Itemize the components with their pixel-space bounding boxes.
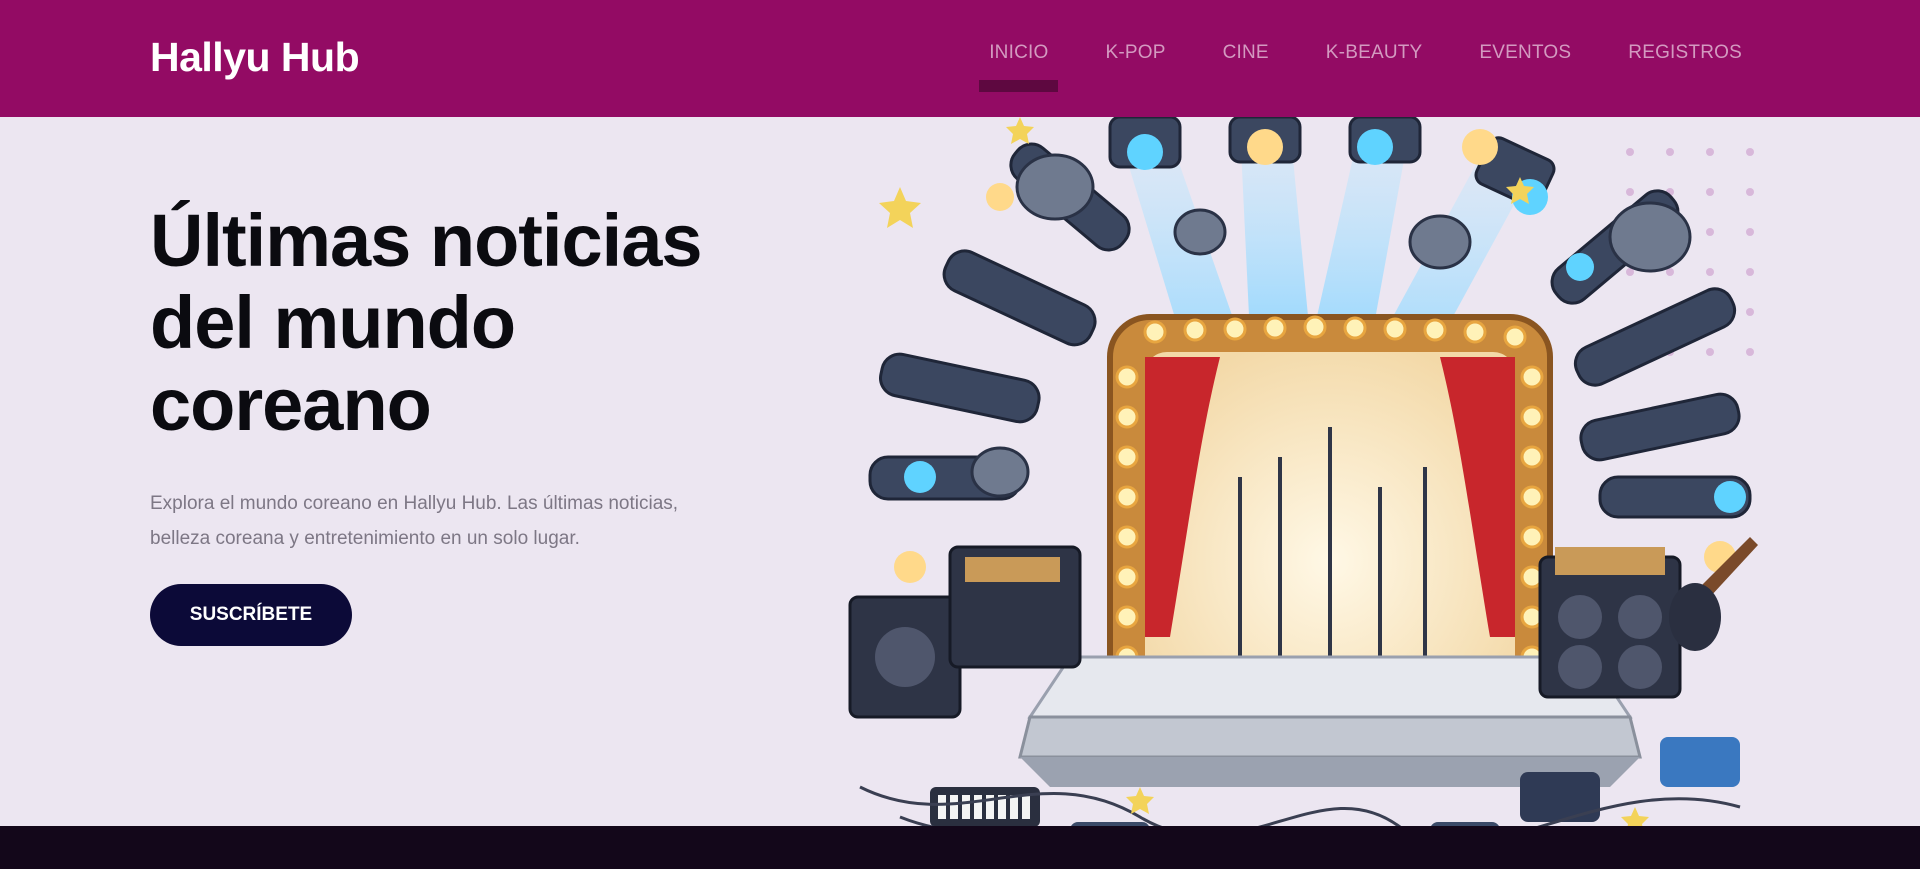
hero-description-line: belleza coreana y entretenimiento en un … bbox=[150, 528, 580, 549]
hero-title: Últimas noticias del mundo coreano bbox=[150, 200, 790, 446]
hero-title-line: del mundo bbox=[150, 281, 516, 364]
subscribe-button[interactable]: SUSCRÍBETE bbox=[150, 584, 352, 646]
nav-item-cine[interactable]: CINE bbox=[1223, 42, 1269, 64]
concert-stage-illustration bbox=[848, 117, 1758, 862]
nav-item-kpop[interactable]: K-POP bbox=[1105, 42, 1165, 64]
nav-item-eventos[interactable]: EVENTOS bbox=[1479, 42, 1571, 64]
hero-description: Explora el mundo coreano en Hallyu Hub. … bbox=[150, 486, 710, 556]
brand-logo[interactable]: Hallyu Hub bbox=[150, 34, 360, 81]
hero-description-line: Explora el mundo coreano en Hallyu Hub. … bbox=[150, 493, 679, 514]
nav-item-registros[interactable]: REGISTROS bbox=[1628, 42, 1742, 64]
footer-bar bbox=[0, 826, 1920, 869]
hero-title-line: coreano bbox=[150, 363, 432, 446]
nav-item-kbeauty[interactable]: K-BEAUTY bbox=[1326, 42, 1423, 64]
nav-item-inicio[interactable]: INICIO bbox=[979, 42, 1059, 92]
navbar: Hallyu Hub INICIO K-POP CINE K-BEAUTY EV… bbox=[0, 0, 1920, 117]
hero-title-line: Últimas noticias bbox=[150, 199, 703, 282]
main-nav: INICIO K-POP CINE K-BEAUTY EVENTOS REGIS… bbox=[979, 42, 1742, 92]
